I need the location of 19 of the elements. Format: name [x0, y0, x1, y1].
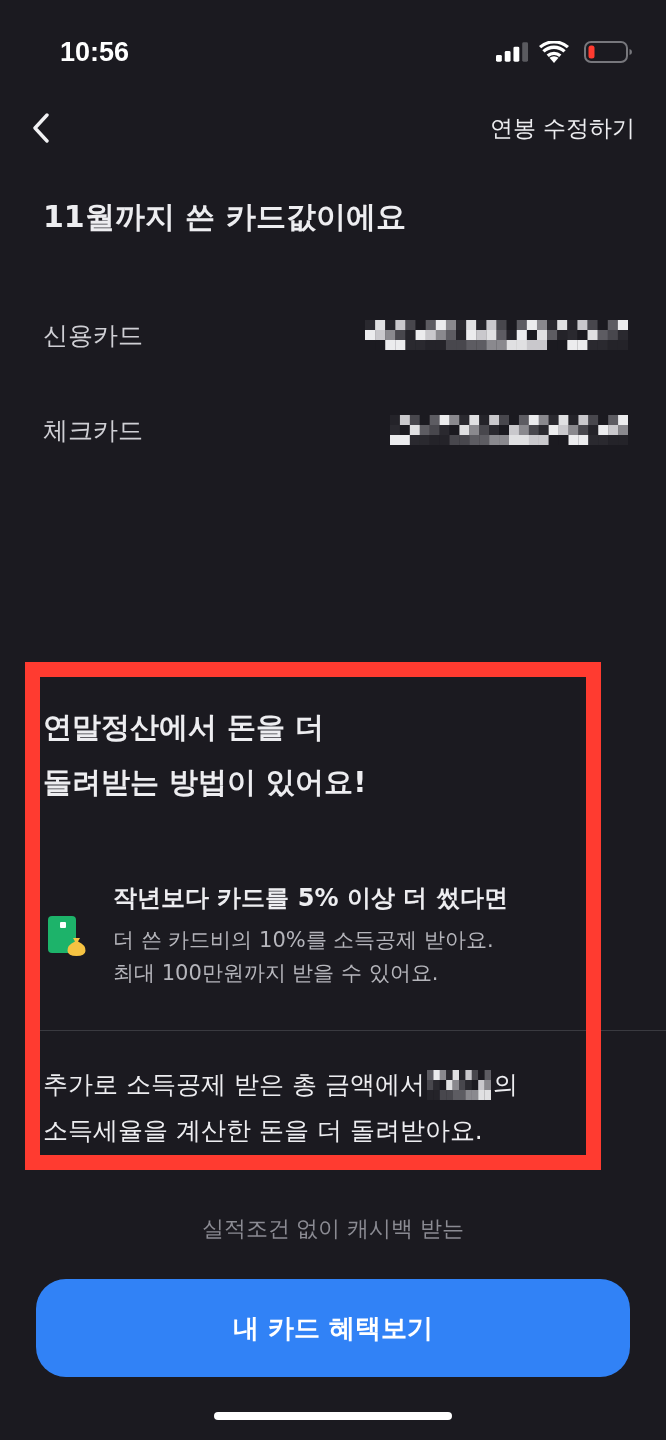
caption-text: 실적조건 없이 캐시백 받는	[200, 1215, 466, 1243]
tip-item-description: 더 쓴 카드비의 10%를 소득공제 받아요. 최대 100만원까지 받을 수 있어요.	[113, 927, 495, 987]
page-title: 11월까지 쓴 카드값이에요	[43, 198, 407, 236]
signal-icon	[496, 42, 529, 62]
note-text: 추가로 소득공제 받은 총 금액에서	[43, 1069, 425, 1101]
back-chevron-icon	[32, 113, 50, 143]
pixelated-redaction	[426, 1070, 491, 1100]
card-type-label: 신용카드	[43, 319, 143, 352]
card-type-label: 체크카드	[43, 414, 143, 447]
view-card-benefits-button[interactable]: 내 카드 혜택보기	[36, 1279, 630, 1377]
edit-salary-link[interactable]: 연봉 수정하기	[489, 112, 635, 144]
tip-heading: 연말정산에서 돈을 더 돌려받는 방법이 있어요!	[43, 709, 368, 801]
status-time: 10:56	[60, 36, 130, 68]
tip-item-title: 작년보다 카드를 5% 이상 더 썼다면	[113, 883, 508, 914]
note-text: 소득세율을 계산한 돈을 더 돌려받아요.	[43, 1115, 483, 1147]
note-text: 의	[492, 1069, 518, 1101]
battery-icon	[584, 41, 632, 63]
wifi-icon	[539, 41, 569, 63]
card-money-bag-icon	[48, 915, 86, 956]
